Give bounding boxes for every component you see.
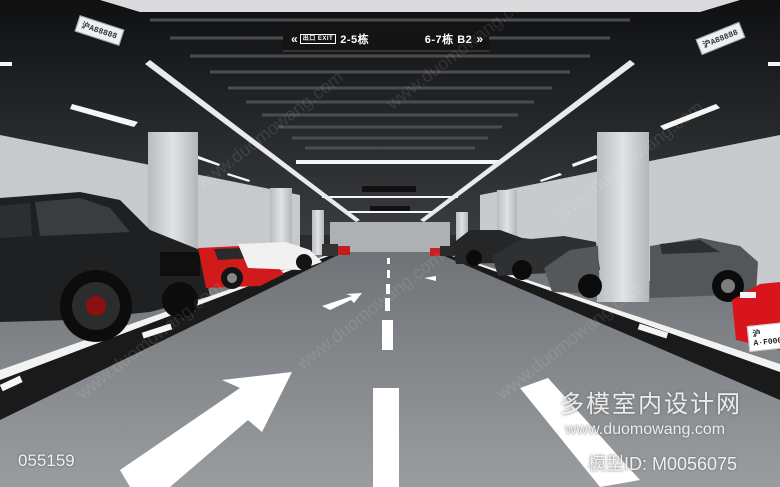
- exit-label: 出口 EXIT: [299, 34, 337, 44]
- watermark-model-id: 模型ID: M0056075: [588, 454, 738, 474]
- exit-direction-sign: « 出口 EXIT 2-5栋 6-7栋 B2 »: [283, 28, 489, 52]
- watermark-brand: 多模室内设计网: [560, 391, 742, 418]
- column: [597, 132, 649, 302]
- watermark-code: 055159: [18, 451, 75, 470]
- double-arrow-right-icon: »: [476, 32, 483, 46]
- watermark-url: www.duomowang.com: [565, 421, 726, 438]
- parking-garage-scene: « 出口 EXIT 2-5栋 6-7栋 B2 » 沪A88888 沪A88888…: [0, 0, 780, 487]
- exit-left-text: 2-5栋: [340, 34, 370, 46]
- license-plate: 沪A·F000: [746, 322, 780, 352]
- exit-sign-left: « 出口 EXIT 2-5栋: [291, 31, 369, 47]
- exit-sign-right: 6-7栋 B2 »: [424, 31, 483, 47]
- exit-right-text: 6-7栋 B2: [424, 34, 473, 46]
- double-arrow-left-icon: «: [291, 32, 298, 46]
- white-car: [238, 242, 322, 270]
- ceiling-light-panel: [100, 0, 740, 12]
